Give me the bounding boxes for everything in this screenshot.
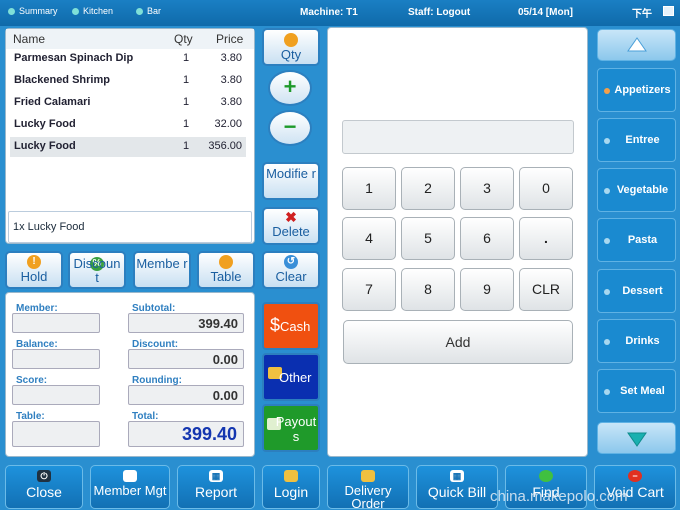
discount-button[interactable]: % Discoun t — [68, 251, 126, 289]
key-7[interactable]: 7 — [342, 268, 396, 311]
scroll-down-button[interactable] — [597, 422, 676, 454]
close-button[interactable]: ⏻ Close — [5, 465, 83, 509]
bullet-icon — [604, 238, 610, 244]
cash-button[interactable]: $ Cash — [262, 302, 320, 350]
watermark: china.makepolo.com — [490, 488, 628, 505]
key-8[interactable]: 8 — [401, 268, 455, 311]
report-button[interactable]: ▦ Report — [177, 465, 255, 509]
member-button[interactable]: Membe r — [133, 251, 191, 289]
category-drinks[interactable]: Drinks — [597, 319, 676, 363]
order-row[interactable]: Fried Calamari 1 3.80 — [10, 93, 246, 113]
order-row[interactable]: Parmesan Spinach Dip 1 3.80 — [10, 49, 246, 69]
void-icon: − — [628, 470, 642, 482]
bullet-icon — [604, 138, 610, 144]
score-field — [12, 385, 100, 405]
delete-button[interactable]: ✖ Delete — [262, 207, 320, 245]
discount-value: 0.00 — [128, 349, 244, 369]
table-button[interactable]: Table — [197, 251, 255, 289]
qty-icon — [284, 33, 298, 47]
order-list: Name Qty Price Parmesan Spinach Dip 1 3.80… — [5, 28, 255, 244]
login-button[interactable]: Login — [262, 465, 320, 509]
keypad-display[interactable] — [342, 120, 574, 154]
summary-panel: Member: Subtotal: 399.40 Balance: Discou… — [5, 292, 255, 457]
keypad-panel: 1 2 3 0 4 5 6 . 7 8 9 CLR Add — [327, 27, 588, 457]
order-header: Name Qty Price — [6, 29, 254, 49]
scroll-up-button[interactable] — [597, 29, 676, 61]
subtotal-value: 399.40 — [128, 313, 244, 333]
triangle-up-icon — [627, 37, 647, 52]
lock-icon — [284, 470, 298, 482]
category-pasta[interactable]: Pasta — [597, 218, 676, 262]
bullet-icon — [604, 389, 610, 395]
machine-label: Machine: T1 — [300, 7, 358, 18]
order-row[interactable]: Blackened Shrimp 1 3.80 — [10, 71, 246, 91]
staff-logout[interactable]: Staff: Logout — [408, 7, 470, 18]
tab-bar[interactable]: Bar — [136, 6, 161, 16]
total-value: 399.40 — [128, 421, 244, 447]
other-button[interactable]: Other — [262, 353, 320, 401]
rounding-value: 0.00 — [128, 385, 244, 405]
tab-kitchen[interactable]: Kitchen — [72, 6, 113, 16]
clear-icon: ↺ — [284, 255, 298, 269]
key-2[interactable]: 2 — [401, 167, 455, 210]
delivery-order-button[interactable]: Delivery Order — [327, 465, 409, 509]
balance-field — [12, 349, 100, 369]
qty-button[interactable]: Qty — [262, 28, 320, 66]
members-icon — [123, 470, 137, 482]
key-9[interactable]: 9 — [460, 268, 514, 311]
time-ampm: 下午 — [632, 9, 652, 20]
table-icon — [219, 255, 233, 269]
key-4[interactable]: 4 — [342, 217, 396, 260]
order-row[interactable]: Lucky Food 1 32.00 — [10, 115, 246, 135]
order-row-selected[interactable]: Lucky Food 1 356.00 — [10, 137, 246, 157]
category-appetizers[interactable]: Appetizers — [597, 68, 676, 112]
key-0[interactable]: 0 — [519, 167, 573, 210]
report-grid-icon: ▦ — [209, 470, 223, 482]
minus-button[interactable]: − — [268, 110, 312, 146]
date-label: 05/14 [Mon] — [518, 7, 574, 18]
top-bar: Summary Kitchen Bar Machine: T1 Staff: L… — [0, 0, 680, 26]
hold-button[interactable]: ! Hold — [5, 251, 63, 289]
col-qty: Qty — [174, 32, 193, 46]
key-6[interactable]: 6 — [460, 217, 514, 260]
col-name: Name — [13, 32, 46, 46]
status-dot-icon — [136, 7, 143, 15]
payouts-button[interactable]: Payout s — [262, 404, 320, 452]
member-mgt-button[interactable]: Member Mgt — [90, 465, 170, 509]
tab-summary[interactable]: Summary — [8, 6, 58, 16]
triangle-down-icon — [627, 432, 647, 447]
power-icon: ⏻ — [37, 470, 51, 482]
delivery-person-icon — [361, 470, 375, 482]
plus-button[interactable]: + — [268, 70, 312, 106]
modifier-button[interactable]: Modifie r — [262, 162, 320, 200]
order-detail-field[interactable]: 1x Lucky Food — [8, 211, 252, 243]
bullet-icon — [604, 339, 610, 345]
delete-x-icon: ✖ — [285, 209, 297, 225]
key-3[interactable]: 3 — [460, 167, 514, 210]
status-dot-icon — [72, 7, 79, 15]
status-dot-icon — [8, 7, 15, 15]
key-5[interactable]: 5 — [401, 217, 455, 260]
dollar-icon: $ — [270, 315, 281, 335]
key-1[interactable]: 1 — [342, 167, 396, 210]
member-field — [12, 313, 100, 333]
category-set-meal[interactable]: Set Meal — [597, 369, 676, 413]
category-vegetable[interactable]: Vegetable — [597, 168, 676, 212]
quick-bill-button[interactable]: ▦ Quick Bill — [416, 465, 498, 509]
category-dessert[interactable]: Dessert — [597, 269, 676, 313]
key-clr[interactable]: CLR — [519, 268, 573, 311]
bullet-icon — [604, 88, 610, 94]
clear-button[interactable]: ↺ Clear — [262, 251, 320, 289]
add-button[interactable]: Add — [343, 320, 573, 364]
col-price: Price — [216, 32, 244, 46]
calculator-icon: ▦ — [450, 470, 464, 482]
bullet-icon — [604, 188, 610, 194]
window-icon[interactable] — [663, 6, 674, 16]
key-dot[interactable]: . — [519, 217, 573, 260]
search-icon — [539, 470, 553, 482]
category-entree[interactable]: Entree — [597, 118, 676, 162]
bullet-icon — [604, 289, 610, 295]
table-field — [12, 421, 100, 447]
warning-icon: ! — [27, 255, 41, 269]
